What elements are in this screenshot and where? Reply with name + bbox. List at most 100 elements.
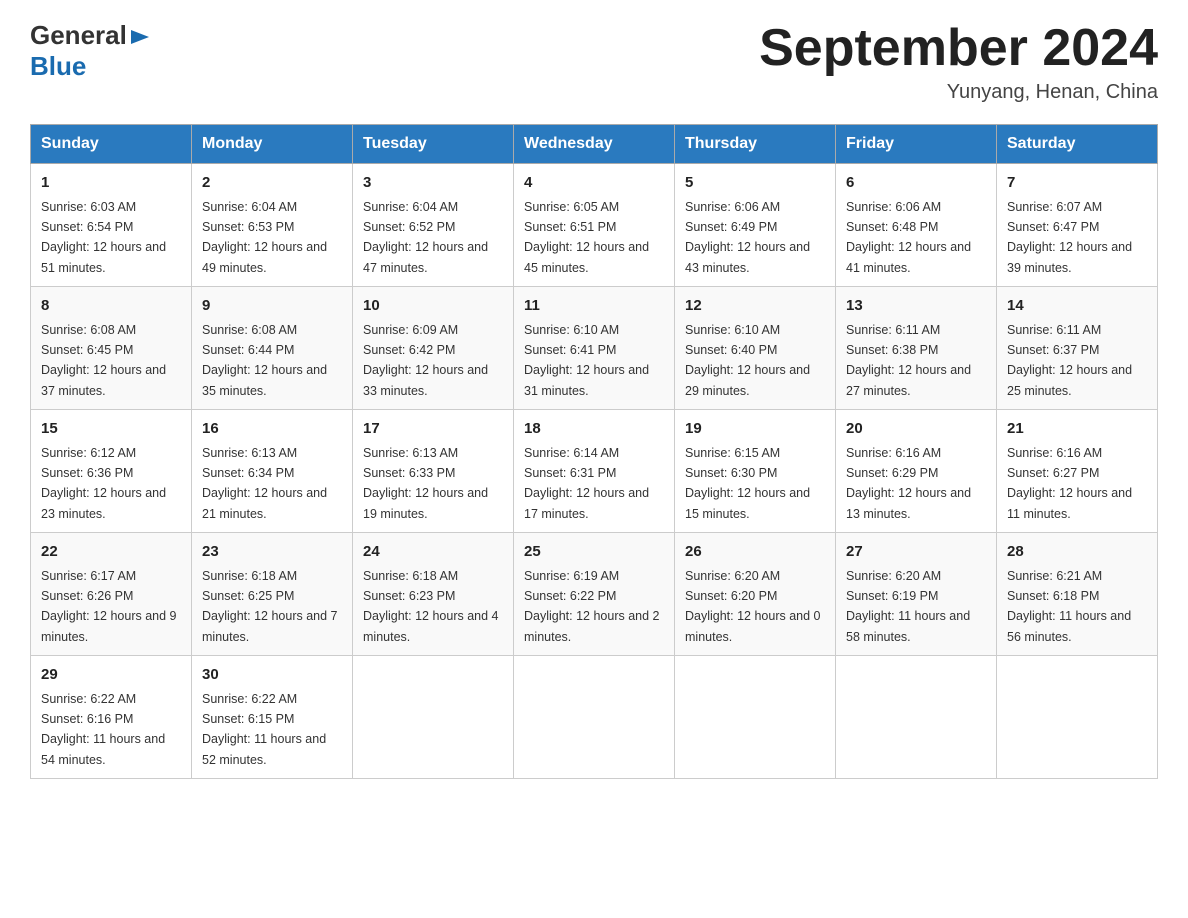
day-info: Sunrise: 6:21 AMSunset: 6:18 PMDaylight:… <box>1007 569 1131 644</box>
day-number: 29 <box>41 664 181 687</box>
day-info: Sunrise: 6:20 AMSunset: 6:20 PMDaylight:… <box>685 569 821 644</box>
calendar-cell: 18 Sunrise: 6:14 AMSunset: 6:31 PMDaylig… <box>514 410 675 533</box>
day-info: Sunrise: 6:10 AMSunset: 6:40 PMDaylight:… <box>685 323 810 398</box>
calendar-cell: 5 Sunrise: 6:06 AMSunset: 6:49 PMDayligh… <box>675 164 836 287</box>
day-info: Sunrise: 6:11 AMSunset: 6:38 PMDaylight:… <box>846 323 971 398</box>
calendar-cell: 29 Sunrise: 6:22 AMSunset: 6:16 PMDaylig… <box>31 656 192 779</box>
calendar-week-row: 8 Sunrise: 6:08 AMSunset: 6:45 PMDayligh… <box>31 287 1158 410</box>
day-number: 9 <box>202 295 342 318</box>
day-info: Sunrise: 6:08 AMSunset: 6:45 PMDaylight:… <box>41 323 166 398</box>
day-info: Sunrise: 6:16 AMSunset: 6:27 PMDaylight:… <box>1007 446 1132 521</box>
calendar-cell: 20 Sunrise: 6:16 AMSunset: 6:29 PMDaylig… <box>836 410 997 533</box>
calendar-cell: 13 Sunrise: 6:11 AMSunset: 6:38 PMDaylig… <box>836 287 997 410</box>
day-number: 15 <box>41 418 181 441</box>
logo-general-text: General <box>30 20 127 51</box>
day-info: Sunrise: 6:09 AMSunset: 6:42 PMDaylight:… <box>363 323 488 398</box>
calendar-cell: 14 Sunrise: 6:11 AMSunset: 6:37 PMDaylig… <box>997 287 1158 410</box>
calendar-cell: 11 Sunrise: 6:10 AMSunset: 6:41 PMDaylig… <box>514 287 675 410</box>
day-info: Sunrise: 6:14 AMSunset: 6:31 PMDaylight:… <box>524 446 649 521</box>
calendar-week-row: 29 Sunrise: 6:22 AMSunset: 6:16 PMDaylig… <box>31 656 1158 779</box>
day-number: 8 <box>41 295 181 318</box>
day-info: Sunrise: 6:15 AMSunset: 6:30 PMDaylight:… <box>685 446 810 521</box>
calendar-cell: 8 Sunrise: 6:08 AMSunset: 6:45 PMDayligh… <box>31 287 192 410</box>
calendar-cell: 27 Sunrise: 6:20 AMSunset: 6:19 PMDaylig… <box>836 533 997 656</box>
day-info: Sunrise: 6:10 AMSunset: 6:41 PMDaylight:… <box>524 323 649 398</box>
day-number: 11 <box>524 295 664 318</box>
location-text: Yunyang, Henan, China <box>759 81 1158 104</box>
calendar-cell: 6 Sunrise: 6:06 AMSunset: 6:48 PMDayligh… <box>836 164 997 287</box>
calendar-cell: 19 Sunrise: 6:15 AMSunset: 6:30 PMDaylig… <box>675 410 836 533</box>
calendar-cell <box>675 656 836 779</box>
day-number: 5 <box>685 172 825 195</box>
day-info: Sunrise: 6:18 AMSunset: 6:25 PMDaylight:… <box>202 569 338 644</box>
day-number: 30 <box>202 664 342 687</box>
calendar-header-row: SundayMondayTuesdayWednesdayThursdayFrid… <box>31 125 1158 164</box>
day-info: Sunrise: 6:22 AMSunset: 6:16 PMDaylight:… <box>41 692 165 767</box>
day-info: Sunrise: 6:06 AMSunset: 6:48 PMDaylight:… <box>846 200 971 275</box>
day-number: 19 <box>685 418 825 441</box>
title-block: September 2024 Yunyang, Henan, China <box>759 20 1158 104</box>
day-number: 16 <box>202 418 342 441</box>
calendar-cell: 24 Sunrise: 6:18 AMSunset: 6:23 PMDaylig… <box>353 533 514 656</box>
day-number: 23 <box>202 541 342 564</box>
day-number: 14 <box>1007 295 1147 318</box>
column-header-friday: Friday <box>836 125 997 164</box>
calendar-cell: 10 Sunrise: 6:09 AMSunset: 6:42 PMDaylig… <box>353 287 514 410</box>
day-number: 20 <box>846 418 986 441</box>
calendar-cell: 25 Sunrise: 6:19 AMSunset: 6:22 PMDaylig… <box>514 533 675 656</box>
column-header-thursday: Thursday <box>675 125 836 164</box>
calendar-cell: 21 Sunrise: 6:16 AMSunset: 6:27 PMDaylig… <box>997 410 1158 533</box>
column-header-wednesday: Wednesday <box>514 125 675 164</box>
day-number: 28 <box>1007 541 1147 564</box>
calendar-table: SundayMondayTuesdayWednesdayThursdayFrid… <box>30 124 1158 779</box>
day-info: Sunrise: 6:20 AMSunset: 6:19 PMDaylight:… <box>846 569 970 644</box>
day-number: 25 <box>524 541 664 564</box>
day-info: Sunrise: 6:04 AMSunset: 6:53 PMDaylight:… <box>202 200 327 275</box>
calendar-week-row: 15 Sunrise: 6:12 AMSunset: 6:36 PMDaylig… <box>31 410 1158 533</box>
calendar-cell: 2 Sunrise: 6:04 AMSunset: 6:53 PMDayligh… <box>192 164 353 287</box>
day-info: Sunrise: 6:22 AMSunset: 6:15 PMDaylight:… <box>202 692 326 767</box>
calendar-cell: 30 Sunrise: 6:22 AMSunset: 6:15 PMDaylig… <box>192 656 353 779</box>
day-info: Sunrise: 6:03 AMSunset: 6:54 PMDaylight:… <box>41 200 166 275</box>
calendar-cell: 22 Sunrise: 6:17 AMSunset: 6:26 PMDaylig… <box>31 533 192 656</box>
calendar-cell: 23 Sunrise: 6:18 AMSunset: 6:25 PMDaylig… <box>192 533 353 656</box>
day-info: Sunrise: 6:07 AMSunset: 6:47 PMDaylight:… <box>1007 200 1132 275</box>
calendar-cell: 7 Sunrise: 6:07 AMSunset: 6:47 PMDayligh… <box>997 164 1158 287</box>
month-title: September 2024 <box>759 20 1158 77</box>
column-header-saturday: Saturday <box>997 125 1158 164</box>
calendar-cell: 16 Sunrise: 6:13 AMSunset: 6:34 PMDaylig… <box>192 410 353 533</box>
day-number: 6 <box>846 172 986 195</box>
day-number: 3 <box>363 172 503 195</box>
day-number: 27 <box>846 541 986 564</box>
day-number: 24 <box>363 541 503 564</box>
calendar-cell: 4 Sunrise: 6:05 AMSunset: 6:51 PMDayligh… <box>514 164 675 287</box>
calendar-cell: 15 Sunrise: 6:12 AMSunset: 6:36 PMDaylig… <box>31 410 192 533</box>
day-number: 18 <box>524 418 664 441</box>
column-header-sunday: Sunday <box>31 125 192 164</box>
calendar-cell <box>353 656 514 779</box>
calendar-cell: 17 Sunrise: 6:13 AMSunset: 6:33 PMDaylig… <box>353 410 514 533</box>
calendar-cell: 28 Sunrise: 6:21 AMSunset: 6:18 PMDaylig… <box>997 533 1158 656</box>
calendar-cell: 1 Sunrise: 6:03 AMSunset: 6:54 PMDayligh… <box>31 164 192 287</box>
day-number: 21 <box>1007 418 1147 441</box>
day-info: Sunrise: 6:13 AMSunset: 6:33 PMDaylight:… <box>363 446 488 521</box>
day-info: Sunrise: 6:16 AMSunset: 6:29 PMDaylight:… <box>846 446 971 521</box>
calendar-cell <box>836 656 997 779</box>
day-info: Sunrise: 6:08 AMSunset: 6:44 PMDaylight:… <box>202 323 327 398</box>
logo-arrow-icon <box>129 26 151 48</box>
day-number: 2 <box>202 172 342 195</box>
calendar-cell: 12 Sunrise: 6:10 AMSunset: 6:40 PMDaylig… <box>675 287 836 410</box>
logo-blue-text: Blue <box>30 51 86 81</box>
day-info: Sunrise: 6:11 AMSunset: 6:37 PMDaylight:… <box>1007 323 1132 398</box>
calendar-cell <box>997 656 1158 779</box>
day-number: 7 <box>1007 172 1147 195</box>
calendar-cell: 9 Sunrise: 6:08 AMSunset: 6:44 PMDayligh… <box>192 287 353 410</box>
day-number: 4 <box>524 172 664 195</box>
day-info: Sunrise: 6:04 AMSunset: 6:52 PMDaylight:… <box>363 200 488 275</box>
day-info: Sunrise: 6:12 AMSunset: 6:36 PMDaylight:… <box>41 446 166 521</box>
day-number: 17 <box>363 418 503 441</box>
day-number: 13 <box>846 295 986 318</box>
day-number: 26 <box>685 541 825 564</box>
calendar-week-row: 1 Sunrise: 6:03 AMSunset: 6:54 PMDayligh… <box>31 164 1158 287</box>
day-info: Sunrise: 6:06 AMSunset: 6:49 PMDaylight:… <box>685 200 810 275</box>
